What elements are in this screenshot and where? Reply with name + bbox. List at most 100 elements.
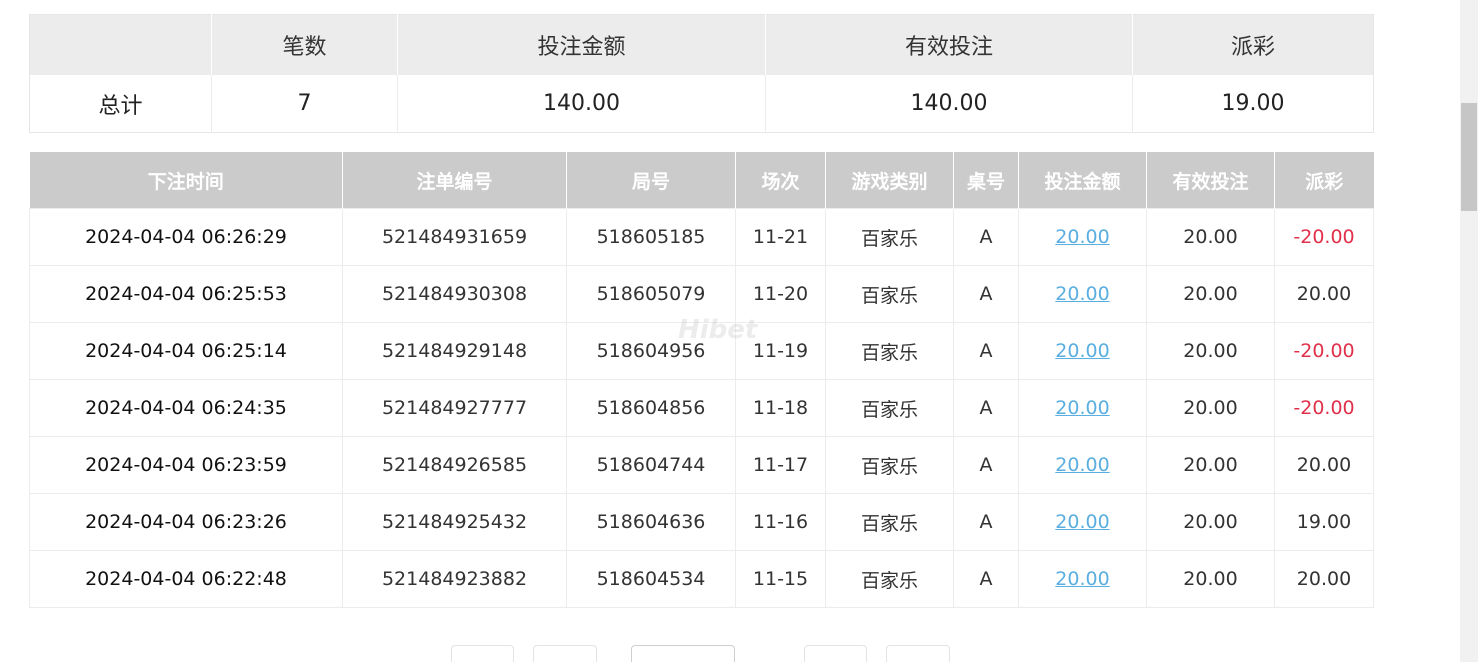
bet-amount-link[interactable]: 20.00 — [1055, 454, 1109, 476]
cell-order-number: 521484923882 — [342, 550, 567, 608]
header-valid-bet: 有效投注 — [1146, 152, 1275, 209]
cell-valid-bet: 20.00 — [1146, 436, 1275, 494]
cell-game-type: 百家乐 — [825, 208, 954, 266]
cell-bet-time: 2024-04-04 06:25:53 — [29, 265, 343, 323]
cell-session: 11-17 — [735, 436, 826, 494]
cell-game-type: 百家乐 — [825, 436, 954, 494]
cell-valid-bet: 20.00 — [1146, 322, 1275, 380]
bet-amount-link[interactable]: 20.00 — [1055, 226, 1109, 248]
summary-total-valid: 140.00 — [765, 75, 1133, 133]
bet-amount-link[interactable]: 20.00 — [1055, 283, 1109, 305]
cell-round-number: 518604534 — [566, 550, 736, 608]
bet-detail-table: 下注时间 注单编号 局号 场次 游戏类别 桌号 投注金额 有效投注 派彩 202… — [29, 152, 1374, 608]
table-row: 2024-04-04 06:25:53 521484930308 5186050… — [29, 265, 1374, 323]
header-table-number: 桌号 — [953, 152, 1019, 209]
cell-round-number: 518604856 — [566, 379, 736, 437]
table-row: 2024-04-04 06:22:48 521484923882 5186045… — [29, 550, 1374, 608]
cell-round-number: 518605079 — [566, 265, 736, 323]
cell-payout: -20.00 — [1274, 379, 1374, 437]
scrollbar-thumb[interactable] — [1461, 103, 1477, 211]
cell-payout: 20.00 — [1274, 436, 1374, 494]
header-bet-time: 下注时间 — [29, 152, 343, 209]
cell-valid-bet: 20.00 — [1146, 379, 1275, 437]
cell-payout: 20.00 — [1274, 265, 1374, 323]
cell-bet-time: 2024-04-04 06:23:59 — [29, 436, 343, 494]
cell-bet-amount: 20.00 — [1018, 493, 1147, 551]
table-row: 2024-04-04 06:26:29 521484931659 5186051… — [29, 208, 1374, 266]
summary-header-empty — [29, 14, 212, 75]
cell-bet-time: 2024-04-04 06:25:14 — [29, 322, 343, 380]
cell-table-number: A — [953, 379, 1019, 437]
cell-order-number: 521484929148 — [342, 322, 567, 380]
header-order-number: 注单编号 — [342, 152, 567, 209]
pagination-last-button[interactable] — [886, 645, 950, 662]
cell-session: 11-16 — [735, 493, 826, 551]
cell-session: 11-20 — [735, 265, 826, 323]
cell-bet-amount: 20.00 — [1018, 550, 1147, 608]
summary-total-label: 总计 — [29, 75, 212, 133]
header-payout: 派彩 — [1274, 152, 1374, 209]
cell-payout: 19.00 — [1274, 493, 1374, 551]
cell-bet-time: 2024-04-04 06:23:26 — [29, 493, 343, 551]
header-bet-amount: 投注金额 — [1018, 152, 1147, 209]
cell-round-number: 518604744 — [566, 436, 736, 494]
detail-header-row: 下注时间 注单编号 局号 场次 游戏类别 桌号 投注金额 有效投注 派彩 — [29, 152, 1374, 209]
cell-round-number: 518604636 — [566, 493, 736, 551]
cell-bet-time: 2024-04-04 06:26:29 — [29, 208, 343, 266]
bet-amount-link[interactable]: 20.00 — [1055, 511, 1109, 533]
pagination-prev-button[interactable] — [533, 645, 597, 662]
cell-valid-bet: 20.00 — [1146, 493, 1275, 551]
summary-total-count: 7 — [211, 75, 398, 133]
cell-payout: 20.00 — [1274, 550, 1374, 608]
cell-table-number: A — [953, 436, 1019, 494]
cell-table-number: A — [953, 550, 1019, 608]
pagination-next-button[interactable] — [804, 645, 867, 662]
cell-session: 11-18 — [735, 379, 826, 437]
cell-session: 11-19 — [735, 322, 826, 380]
cell-bet-time: 2024-04-04 06:22:48 — [29, 550, 343, 608]
pagination-first-button[interactable] — [451, 645, 514, 662]
summary-total-row: 总计 7 140.00 140.00 19.00 — [29, 75, 1374, 133]
cell-bet-amount: 20.00 — [1018, 265, 1147, 323]
cell-bet-amount: 20.00 — [1018, 436, 1147, 494]
cell-session: 11-21 — [735, 208, 826, 266]
cell-game-type: 百家乐 — [825, 379, 954, 437]
cell-valid-bet: 20.00 — [1146, 550, 1275, 608]
cell-session: 11-15 — [735, 550, 826, 608]
summary-header-valid: 有效投注 — [765, 14, 1133, 75]
cell-valid-bet: 20.00 — [1146, 265, 1275, 323]
cell-bet-amount: 20.00 — [1018, 322, 1147, 380]
page: 笔数 投注金额 有效投注 派彩 总计 7 140.00 140.00 19.00 — [0, 0, 1478, 662]
scrollbar-track[interactable] — [1460, 0, 1478, 662]
cell-game-type: 百家乐 — [825, 322, 954, 380]
bet-amount-link[interactable]: 20.00 — [1055, 340, 1109, 362]
pagination — [0, 645, 1478, 662]
pagination-page-input[interactable] — [631, 645, 735, 662]
table-row: 2024-04-04 06:23:59 521484926585 5186047… — [29, 436, 1374, 494]
bet-amount-link[interactable]: 20.00 — [1055, 568, 1109, 590]
cell-game-type: 百家乐 — [825, 493, 954, 551]
cell-order-number: 521484931659 — [342, 208, 567, 266]
cell-order-number: 521484925432 — [342, 493, 567, 551]
bet-amount-link[interactable]: 20.00 — [1055, 397, 1109, 419]
cell-table-number: A — [953, 493, 1019, 551]
cell-round-number: 518605185 — [566, 208, 736, 266]
table-row: 2024-04-04 06:23:26 521484925432 5186046… — [29, 493, 1374, 551]
cell-table-number: A — [953, 265, 1019, 323]
cell-order-number: 521484926585 — [342, 436, 567, 494]
cell-bet-time: 2024-04-04 06:24:35 — [29, 379, 343, 437]
cell-table-number: A — [953, 322, 1019, 380]
cell-bet-amount: 20.00 — [1018, 379, 1147, 437]
header-session: 场次 — [735, 152, 826, 209]
cell-game-type: 百家乐 — [825, 550, 954, 608]
summary-total-payout: 19.00 — [1132, 75, 1374, 133]
cell-order-number: 521484930308 — [342, 265, 567, 323]
header-round-number: 局号 — [566, 152, 736, 209]
table-row: 2024-04-04 06:24:35 521484927777 5186048… — [29, 379, 1374, 437]
cell-valid-bet: 20.00 — [1146, 208, 1275, 266]
summary-header-bet: 投注金额 — [397, 14, 766, 75]
cell-payout: -20.00 — [1274, 322, 1374, 380]
summary-table: 笔数 投注金额 有效投注 派彩 总计 7 140.00 140.00 19.00 — [29, 14, 1374, 133]
summary-header-payout: 派彩 — [1132, 14, 1374, 75]
cell-game-type: 百家乐 — [825, 265, 954, 323]
